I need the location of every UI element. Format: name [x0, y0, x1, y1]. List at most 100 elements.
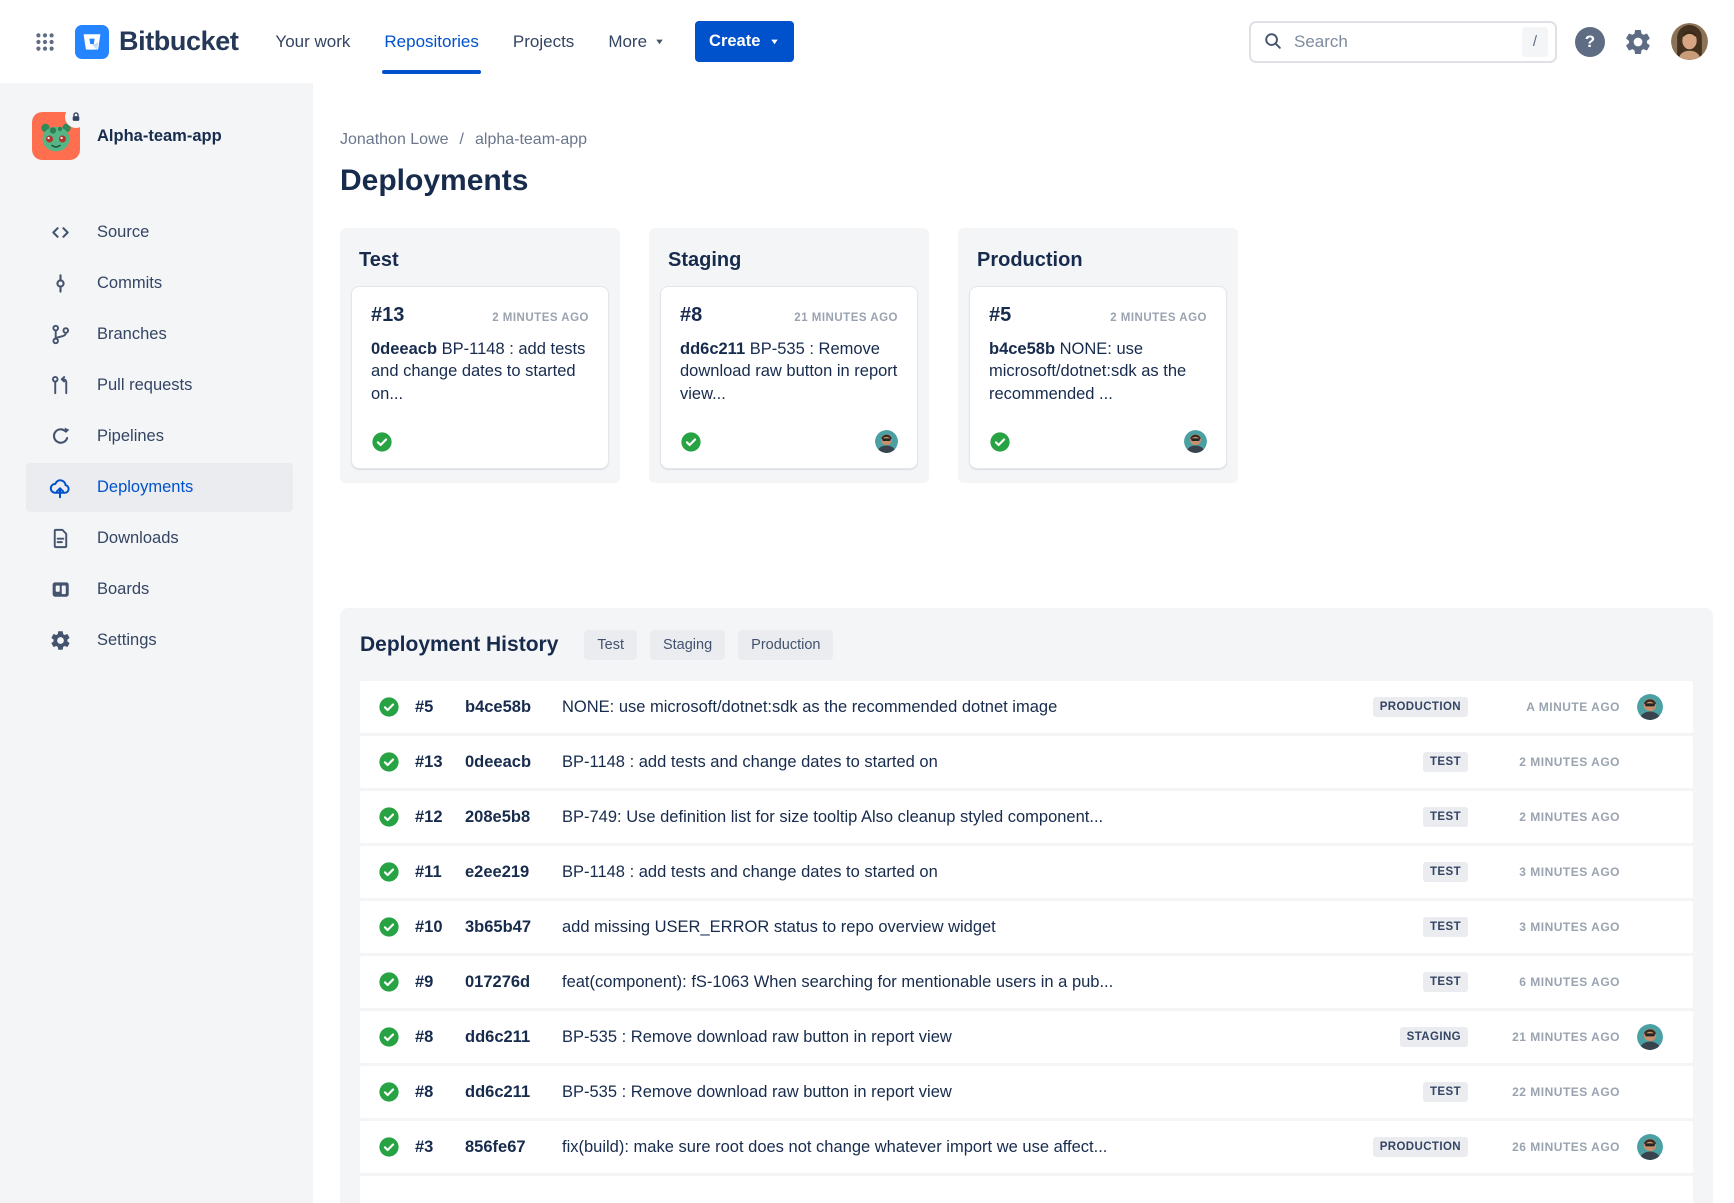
commit-hash[interactable]: dd6c211	[465, 1083, 562, 1102]
environment-name: Staging	[660, 239, 918, 286]
commit-hash[interactable]: 208e5b8	[465, 808, 562, 827]
success-status-icon	[378, 971, 400, 993]
environment-badge: TEST	[1423, 1082, 1468, 1102]
commit-hash[interactable]: dd6c211	[680, 340, 745, 358]
commit-message: BP-535 : Remove download raw button in r…	[562, 1028, 1400, 1047]
deployment-history-row[interactable]: #8 dd6c211 BP-535 : Remove download raw …	[360, 1011, 1693, 1063]
deployment-number: #8	[415, 1028, 465, 1047]
sidebar-item-pipelines[interactable]: Pipelines	[26, 412, 293, 461]
deployer-avatar	[1637, 1024, 1663, 1050]
filter-chip-production[interactable]: Production	[738, 630, 833, 660]
deployment-time: 22 MINUTES AGO	[1468, 1085, 1620, 1099]
deployment-history-row[interactable]: #5 b4ce58b NONE: use microsoft/dotnet:sd…	[360, 681, 1693, 733]
deployment-summary-card[interactable]: #13 2 MINUTES AGO 0deeacb BP-1148 : add …	[351, 286, 609, 469]
deployment-number: #5	[989, 304, 1011, 327]
commit-hash[interactable]: 3b65b47	[465, 918, 562, 937]
nav-item-projects[interactable]: Projects	[496, 0, 591, 83]
deployment-time: 2 MINUTES AGO	[1110, 312, 1207, 324]
deployment-summary-card[interactable]: #5 2 MINUTES AGO b4ce58b NONE: use micro…	[969, 286, 1227, 469]
deployment-history-header: Deployment History Test Staging Producti…	[360, 608, 1693, 681]
bitbucket-mark-icon	[75, 25, 109, 59]
deployment-history-row[interactable]: #11 e2ee219 BP-1148 : add tests and chan…	[360, 846, 1693, 898]
success-status-icon	[378, 751, 400, 773]
commit-hash[interactable]: b4ce58b	[465, 698, 562, 717]
nav-item-repositories[interactable]: Repositories	[367, 0, 496, 83]
commit-message: BP-535 : Remove download raw button in r…	[562, 1083, 1423, 1102]
nav-item-more[interactable]: More	[591, 0, 682, 83]
user-avatar[interactable]	[1671, 23, 1708, 60]
commit-message: NONE: use microsoft/dotnet:sdk as the re…	[562, 698, 1373, 717]
search-box[interactable]: /	[1249, 21, 1557, 63]
commit-message: BP-749: Use definition list for size too…	[562, 808, 1423, 827]
deployment-number: #9	[415, 973, 465, 992]
deployment-number: #5	[415, 698, 465, 717]
sidebar-item-boards[interactable]: Boards	[26, 565, 293, 614]
repo-nav: Source Commits Branches Pull requests Pi…	[0, 208, 313, 665]
success-status-icon	[371, 431, 393, 453]
search-icon	[1262, 30, 1285, 53]
breadcrumb: Jonathon Lowe / alpha-team-app	[340, 131, 1734, 149]
main-content: Jonathon Lowe / alpha-team-app Deploymen…	[313, 83, 1734, 1203]
environment-card-test: Test #13 2 MINUTES AGO 0deeacb BP-1148 :…	[340, 228, 620, 483]
deployment-time: A MINUTE AGO	[1468, 700, 1620, 714]
environment-badge: TEST	[1423, 807, 1468, 827]
deployment-time: 2 MINUTES AGO	[1468, 810, 1620, 824]
chevron-down-icon	[769, 36, 780, 47]
commit-hash[interactable]: e2ee219	[465, 863, 562, 882]
commit-hash[interactable]: 0deeacb	[371, 340, 437, 358]
app-switcher-icon[interactable]	[27, 24, 63, 60]
deployment-time: 3 MINUTES AGO	[1468, 920, 1620, 934]
deployment-summary-card[interactable]: #8 21 MINUTES AGO dd6c211 BP-535 : Remov…	[660, 286, 918, 469]
sidebar-item-branches[interactable]: Branches	[26, 310, 293, 359]
filter-chip-test[interactable]: Test	[584, 630, 637, 660]
gear-icon[interactable]	[1623, 27, 1653, 57]
deployment-time: 3 MINUTES AGO	[1468, 865, 1620, 879]
environment-badge: PRODUCTION	[1373, 1137, 1468, 1157]
environment-badge: TEST	[1423, 917, 1468, 937]
help-icon[interactable]: ?	[1575, 27, 1605, 57]
deployment-history-row[interactable]: #9 017276d feat(component): fS-1063 When…	[360, 956, 1693, 1008]
deployer-avatar	[1637, 694, 1663, 720]
repo-header[interactable]: Alpha-team-app	[0, 112, 313, 160]
deployment-history-row[interactable]: #8 dd6c211 BP-535 : Remove download raw …	[360, 1066, 1693, 1118]
top-navigation-bar: Bitbucket Your work Repositories Project…	[0, 0, 1734, 83]
repo-name: Alpha-team-app	[97, 127, 222, 146]
sidebar-item-commits[interactable]: Commits	[26, 259, 293, 308]
create-button[interactable]: Create	[695, 21, 794, 62]
nav-item-your-work[interactable]: Your work	[258, 0, 367, 83]
commit-hash[interactable]: 017276d	[465, 973, 562, 992]
pipelines-icon	[48, 425, 72, 448]
sidebar-item-pull-requests[interactable]: Pull requests	[26, 361, 293, 410]
sidebar-item-deployments[interactable]: Deployments	[26, 463, 293, 512]
breadcrumb-owner[interactable]: Jonathon Lowe	[340, 131, 449, 149]
environment-cards: Test #13 2 MINUTES AGO 0deeacb BP-1148 :…	[340, 228, 1734, 483]
bitbucket-logo[interactable]: Bitbucket	[75, 25, 238, 59]
deployment-history-row[interactable]: #13 0deeacb BP-1148 : add tests and chan…	[360, 736, 1693, 788]
deployment-number: #12	[415, 808, 465, 827]
commit-hash[interactable]: 856fe67	[465, 1138, 562, 1157]
commit-summary: b4ce58b NONE: use microsoft/dotnet:sdk a…	[989, 338, 1207, 405]
chevron-down-icon	[654, 36, 665, 47]
environment-card-production: Production #5 2 MINUTES AGO b4ce58b NONE…	[958, 228, 1238, 483]
deployer-avatar	[875, 430, 898, 453]
deployment-history-row[interactable]: #3 856fe67 fix(build): make sure root do…	[360, 1121, 1693, 1173]
commit-hash[interactable]: 0deeacb	[465, 753, 562, 772]
commit-hash[interactable]: b4ce58b	[989, 340, 1055, 358]
sidebar-item-settings[interactable]: Settings	[26, 616, 293, 665]
sidebar-item-downloads[interactable]: Downloads	[26, 514, 293, 563]
search-input[interactable]	[1294, 32, 1513, 52]
deployment-number: #8	[415, 1083, 465, 1102]
code-icon	[48, 221, 72, 244]
deployment-number: #10	[415, 918, 465, 937]
success-status-icon	[378, 1026, 400, 1048]
commit-summary: 0deeacb BP-1148 : add tests and change d…	[371, 338, 589, 405]
sidebar-item-source[interactable]: Source	[26, 208, 293, 257]
breadcrumb-repo[interactable]: alpha-team-app	[475, 131, 587, 149]
deployment-history-row[interactable]: #12 208e5b8 BP-749: Use definition list …	[360, 791, 1693, 843]
commit-hash[interactable]: dd6c211	[465, 1028, 562, 1047]
deployment-history-row[interactable]: #10 3b65b47 add missing USER_ERROR statu…	[360, 901, 1693, 953]
repo-sidebar: Alpha-team-app Source Commits Branches P…	[0, 83, 313, 1203]
environment-badge: STAGING	[1400, 1027, 1468, 1047]
commit-message: feat(component): fS-1063 When searching …	[562, 973, 1423, 992]
filter-chip-staging[interactable]: Staging	[650, 630, 725, 660]
